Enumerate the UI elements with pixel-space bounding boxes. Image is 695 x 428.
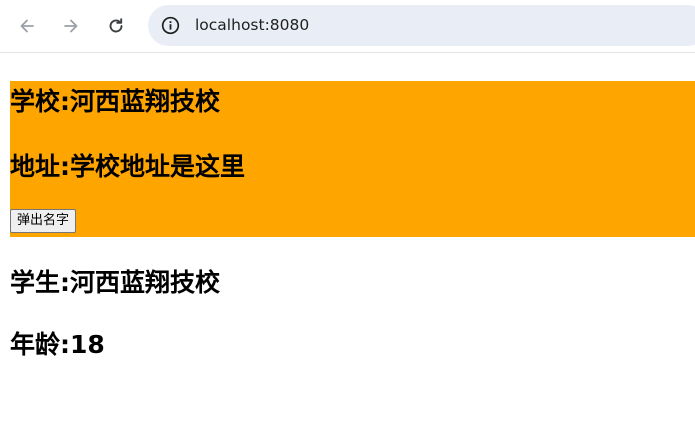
school-name-heading: 学校:河西蓝翔技校 — [10, 87, 220, 116]
student-section: 学生:河西蓝翔技校 年龄:18 — [10, 263, 695, 373]
info-circle-icon[interactable] — [161, 16, 180, 35]
arrow-left-icon — [20, 19, 34, 33]
page-content: 学校:河西蓝翔技校 地址:学校地址是这里 弹出名字 学生:河西蓝翔技校 年龄:1… — [0, 53, 695, 428]
school-address-heading: 地址:学校地址是这里 — [10, 152, 245, 181]
browser-toolbar: localhost:8080 — [0, 0, 695, 53]
back-button[interactable] — [12, 11, 42, 41]
show-name-button[interactable]: 弹出名字 — [10, 209, 77, 233]
reload-icon — [109, 18, 123, 33]
school-section: 学校:河西蓝翔技校 地址:学校地址是这里 弹出名字 — [10, 81, 695, 237]
address-bar[interactable]: localhost:8080 — [148, 5, 695, 46]
forward-button[interactable] — [56, 11, 86, 41]
url-text[interactable]: localhost:8080 — [195, 15, 309, 35]
student-age-heading: 年龄:18 — [10, 330, 105, 359]
student-name-heading: 学生:河西蓝翔技校 — [10, 268, 220, 297]
reload-button[interactable] — [101, 11, 131, 41]
arrow-right-icon — [64, 19, 78, 33]
